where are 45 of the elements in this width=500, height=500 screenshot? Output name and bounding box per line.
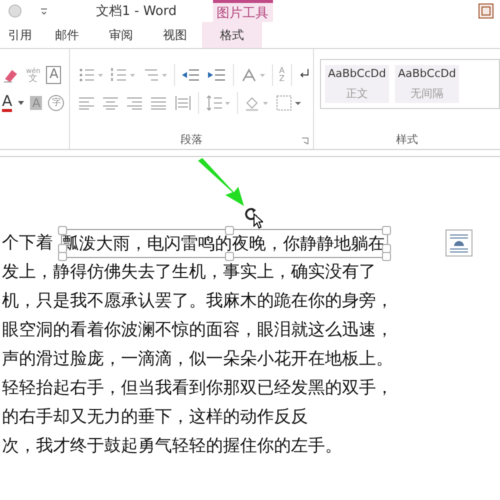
increase-indent-icon[interactable] (207, 67, 228, 83)
group-label: 样式 (396, 133, 418, 146)
ribbon-tab[interactable]: 格式 (202, 22, 262, 48)
document-text: 眼空洞的看着你波澜不惊的面容，眼泪就这么迅速， (2, 319, 393, 342)
numbered-list-icon[interactable] (110, 67, 136, 83)
document-text: 的右手却又无力的垂下，这样的动作反反 (2, 406, 308, 429)
document-text: 个下着 (2, 232, 53, 255)
style-item[interactable]: AaBbCcDd 正文 (325, 65, 389, 103)
ribbon-display-icon[interactable] (478, 3, 494, 19)
justify-icon[interactable] (150, 96, 168, 110)
dropdown-icon[interactable] (18, 101, 24, 105)
character-scaling-icon[interactable] (240, 67, 266, 83)
rotate-handle-icon[interactable] (244, 207, 258, 221)
eraser-icon[interactable] (2, 67, 20, 83)
align-center-icon[interactable] (102, 96, 120, 110)
ribbon-tab[interactable]: 邮件 (40, 22, 94, 48)
style-item[interactable]: AaBbCcDd 无间隔 (394, 65, 459, 103)
ribbon-tab[interactable]: 引用 (0, 22, 40, 48)
window-title: 文档1 - Word (96, 3, 177, 20)
document-text: 发上，静得仿佛失去了生机，事实上，确实没有了 (2, 261, 376, 284)
app-icon (8, 4, 22, 18)
mouse-cursor-icon (253, 213, 263, 229)
dialog-launcher-icon[interactable] (301, 137, 309, 145)
document-text: 声的滑过脸庞，一滴滴，似一朵朵小花开在地板上。 (2, 348, 393, 371)
align-right-icon[interactable] (126, 96, 144, 110)
document-text: 机，只是我不愿承认罢了。我麻木的跪在你的身旁， (2, 290, 393, 313)
contextual-tab-header: 图片工具 (212, 0, 273, 22)
ribbon-tab[interactable]: 视图 (148, 22, 202, 48)
customize-toolbar-icon[interactable] (40, 7, 48, 15)
decrease-indent-icon[interactable] (181, 67, 202, 83)
layout-options-icon[interactable] (445, 229, 473, 257)
align-left-icon[interactable] (78, 96, 96, 110)
pointer-arrow-drawing (198, 158, 244, 206)
multilevel-list-icon[interactable] (142, 67, 168, 83)
character-border-icon[interactable]: A (46, 66, 62, 84)
line-spacing-icon[interactable] (205, 95, 232, 111)
document-text: 轻轻抬起右手，但当我看到你那双已经发黑的双手， (2, 377, 393, 400)
ribbon-tab[interactable]: 审阅 (94, 22, 148, 48)
distributed-icon[interactable] (174, 95, 192, 111)
enclose-characters-icon[interactable]: 字 (48, 95, 64, 111)
document-text: 次，我才终于鼓起勇气轻轻的握住你的左手。 (2, 435, 342, 458)
borders-icon[interactable] (276, 95, 302, 111)
group-label: 段落 (180, 133, 203, 146)
bullet-list-icon[interactable] (78, 67, 104, 83)
font-color-button[interactable]: A (2, 94, 12, 112)
